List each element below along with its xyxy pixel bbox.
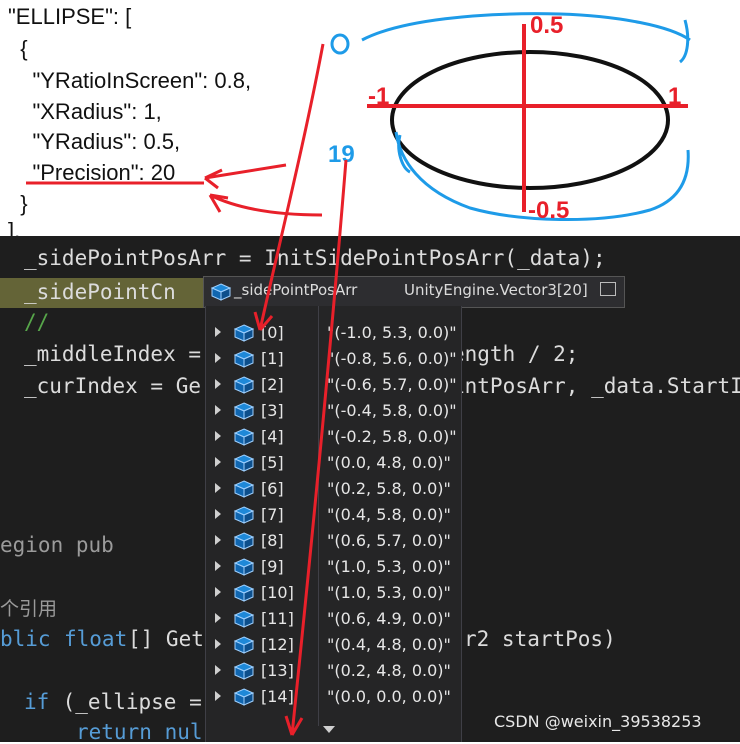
- label-top: 0.5: [530, 12, 563, 39]
- label-count: 19: [328, 141, 355, 168]
- blue-zero-mark: [330, 33, 350, 55]
- label-bottom: -0.5: [528, 197, 569, 224]
- arrow-to-precision: [204, 163, 287, 190]
- label-left: -1: [368, 83, 389, 110]
- ellipse-shape: [390, 50, 670, 190]
- arrow-to-last-item: [284, 159, 348, 736]
- arrow-to-precision-2: [208, 193, 323, 217]
- annotation-overlay: 0.5 -0.5 -1 1 19: [26, 12, 691, 736]
- ellipse-sketch: [330, 12, 691, 221]
- watermark: CSDN @weixin_39538253: [494, 712, 702, 731]
- arrow-to-first-item: [253, 43, 325, 331]
- label-right: 1: [668, 83, 681, 110]
